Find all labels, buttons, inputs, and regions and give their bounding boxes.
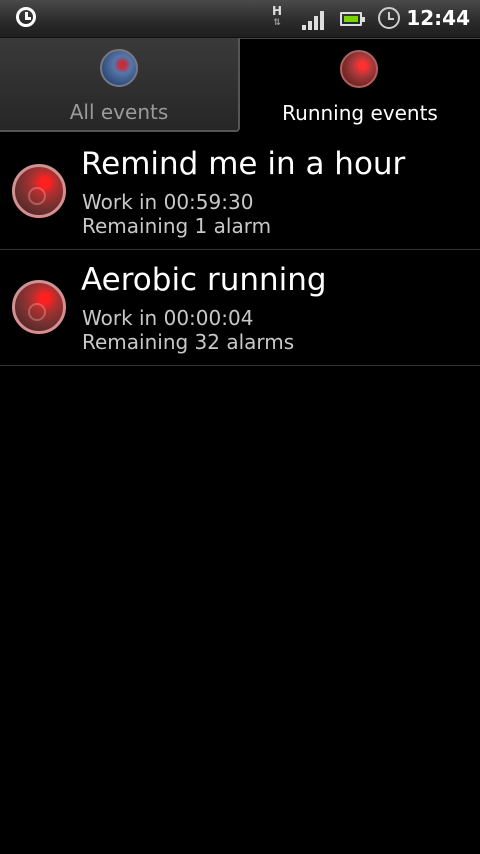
alarm-clock-app-icon <box>16 7 36 27</box>
radar-red-icon <box>12 280 66 334</box>
battery-icon <box>340 12 365 26</box>
radar-blue-icon <box>100 49 138 87</box>
status-clock: 12:44 <box>406 6 470 30</box>
tab-bar: All events Running events <box>0 38 480 132</box>
tab-running-events-label: Running events <box>282 101 438 125</box>
status-bar: H ⇅ 12:44 <box>0 0 480 38</box>
event-title: Remind me in a hour <box>81 146 406 182</box>
event-list: Remind me in a hour Work in 00:59:30 Rem… <box>0 134 480 366</box>
event-title: Aerobic running <box>81 262 327 298</box>
list-item[interactable]: Aerobic running Work in 00:00:04 Remaini… <box>0 250 480 366</box>
radar-red-icon <box>12 164 66 218</box>
list-item[interactable]: Remind me in a hour Work in 00:59:30 Rem… <box>0 134 480 250</box>
event-remaining: Remaining 1 alarm <box>82 214 272 238</box>
event-work-in: Work in 00:59:30 <box>82 190 254 214</box>
alarm-icon <box>378 7 400 29</box>
event-work-in: Work in 00:00:04 <box>82 306 254 330</box>
radar-red-icon <box>340 50 378 88</box>
signal-icon <box>302 10 326 30</box>
tab-all-events-label: All events <box>69 100 169 124</box>
network-type-label: H <box>271 4 283 18</box>
tab-running-events[interactable]: Running events <box>240 38 480 132</box>
tab-all-events[interactable]: All events <box>0 38 240 132</box>
event-remaining: Remaining 32 alarms <box>82 330 295 354</box>
data-transfer-icon: H ⇅ <box>271 4 283 28</box>
